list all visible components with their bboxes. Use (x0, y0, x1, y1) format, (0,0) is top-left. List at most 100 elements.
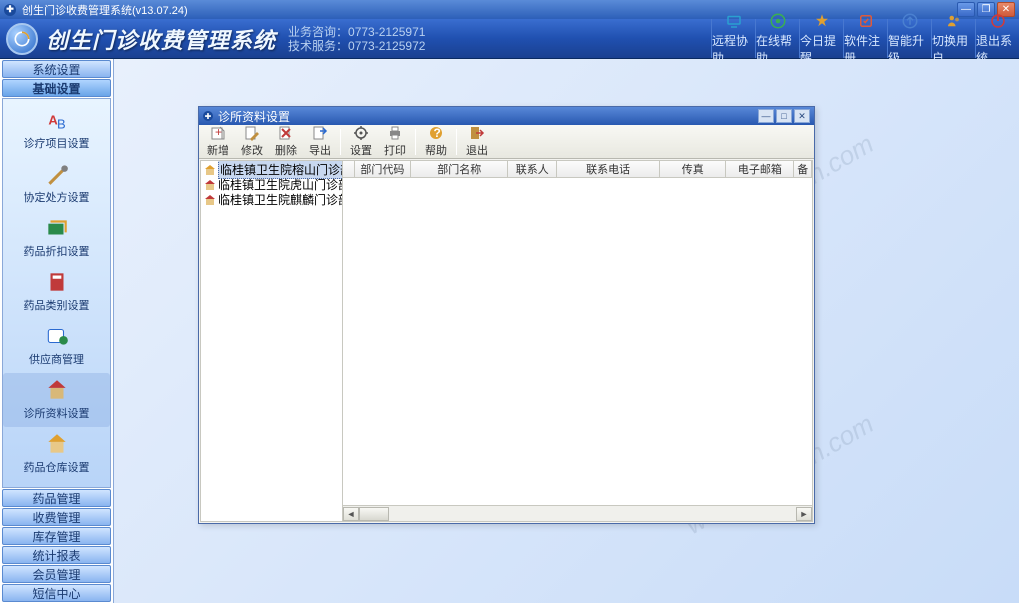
edit-icon (244, 125, 260, 141)
drug-discount-settings-icon (44, 215, 70, 241)
toolbar-button-label: 退出 (466, 142, 488, 158)
sidebar-items-panel: AB 诊疗项目设置协定处方设置药品折扣设置药品类别设置供应商管理诊所资料设置药品仓… (2, 98, 111, 488)
supplier-management-icon (44, 323, 70, 349)
sidebar-group-charge-management[interactable]: 收费管理 (2, 508, 111, 526)
inner-minimize-button[interactable]: — (758, 109, 774, 123)
exit-icon (469, 125, 485, 141)
grid-header: 部门代码部门名称联系人联系电话传真电子邮箱备 (343, 161, 812, 178)
sidebar-item-label: 协定处方设置 (24, 189, 90, 205)
toolbar-separator (456, 129, 457, 155)
sidebar-group-statistics-report[interactable]: 统计报表 (2, 546, 111, 564)
grid-header-fax[interactable]: 传真 (660, 161, 726, 177)
sidebar-item-label: 诊所资料设置 (24, 405, 90, 421)
sidebar-item-agreement-prescription-settings[interactable]: 协定处方设置 (3, 157, 110, 211)
inner-close-button[interactable]: ✕ (794, 109, 810, 123)
scroll-right-button[interactable]: ► (796, 507, 812, 521)
grid-hscrollbar[interactable]: ◄ ► (343, 505, 812, 521)
grid-header-dept-name[interactable]: 部门名称 (411, 161, 508, 177)
top-action-software-register[interactable]: 软件注册 (843, 19, 887, 58)
settings-icon (353, 125, 369, 141)
toolbar-button-label: 打印 (384, 142, 406, 158)
inner-maximize-button[interactable]: □ (776, 109, 792, 123)
sidebar-item-clinic-info-settings[interactable]: 诊所资料设置 (3, 373, 110, 427)
top-actions: 远程协助在线帮助今日提醒软件注册智能升级切换用户退出系统 (711, 19, 1019, 58)
toolbar-delete-button[interactable]: 删除 (269, 123, 303, 160)
grid-header-contact-phone[interactable]: 联系电话 (557, 161, 660, 177)
toolbar-button-label: 帮助 (425, 142, 447, 158)
scroll-left-button[interactable]: ◄ (343, 507, 359, 521)
app-icon: ✚ (4, 4, 16, 16)
help-icon: ? (428, 125, 444, 141)
sidebar-item-label: 药品仓库设置 (24, 459, 90, 475)
sidebar-item-drug-category-settings[interactable]: 药品类别设置 (3, 265, 110, 319)
add-icon: + (210, 125, 226, 141)
grid-header-email[interactable]: 电子邮箱 (726, 161, 794, 177)
sidebar-item-supplier-management[interactable]: 供应商管理 (3, 319, 110, 373)
sidebar-group-member-management[interactable]: 会员管理 (2, 565, 111, 583)
toolbar-add-button[interactable]: + 新增 (201, 123, 235, 160)
sidebar-group-sms-center[interactable]: 短信中心 (2, 584, 111, 602)
svg-text:+: + (215, 125, 222, 139)
grid-header-dept-code[interactable]: 部门代码 (355, 161, 411, 177)
sidebar-group-inventory-management[interactable]: 库存管理 (2, 527, 111, 545)
sidebar-item-drug-discount-settings[interactable]: 药品折扣设置 (3, 211, 110, 265)
inner-window-title: 诊所资料设置 (218, 108, 756, 125)
agreement-prescription-settings-icon (44, 161, 70, 187)
app-title: 创生门诊收费管理系统 (46, 23, 276, 55)
toolbar-separator (340, 129, 341, 155)
tree-node-label: 临桂镇卫生院麒麟门诊部 (218, 191, 343, 208)
toolbar-button-label: 修改 (241, 142, 263, 158)
drug-category-settings-icon (44, 269, 70, 295)
toolbar-button-label: 新增 (207, 142, 229, 158)
inner-toolbar: + 新增修改删除导出设置打印? 帮助 退出 (199, 125, 814, 159)
sidebar-group-system-settings[interactable]: 系统设置 (2, 60, 111, 78)
toolbar-edit-button[interactable]: 修改 (235, 123, 269, 160)
print-icon (387, 125, 403, 141)
sidebar-item-treatment-item-settings[interactable]: AB 诊疗项目设置 (3, 103, 110, 157)
scroll-track[interactable] (359, 507, 796, 521)
top-action-exit-system[interactable]: 退出系统 (975, 19, 1019, 58)
remote-assist-icon (725, 12, 743, 30)
sidebar-item-employee-info-management[interactable]: 员工资料管理 (3, 481, 110, 488)
toolbar-exit-button[interactable]: 退出 (460, 123, 494, 160)
delete-icon (278, 125, 294, 141)
svg-text:?: ? (434, 126, 441, 140)
top-action-smart-upgrade[interactable]: 智能升级 (887, 19, 931, 58)
house-icon (204, 179, 216, 191)
sidebar-group-basic-settings[interactable]: 基础设置 (2, 79, 111, 97)
house-icon (204, 164, 216, 176)
toolbar-button-label: 导出 (309, 142, 331, 158)
grid-header-contact-person[interactable]: 联系人 (508, 161, 557, 177)
top-action-switch-user[interactable]: 切换用户 (931, 19, 975, 58)
clinic-info-settings-icon (44, 377, 70, 403)
top-action-today-reminder[interactable]: 今日提醒 (799, 19, 843, 58)
treatment-item-settings-icon: AB (44, 107, 70, 133)
tree-node[interactable]: 临桂镇卫生院虎山门诊部 (202, 177, 341, 192)
house-icon (204, 194, 216, 206)
sidebar-item-label: 诊疗项目设置 (24, 135, 90, 151)
contact-line2: 技术服务：0773-2125972 (288, 39, 425, 53)
software-register-icon (857, 12, 875, 30)
svg-text:B: B (57, 117, 66, 132)
toolbar-help-button[interactable]: ? 帮助 (419, 123, 453, 160)
grid-header-remark[interactable]: 备 (794, 161, 812, 177)
contact-info: 业务咨询：0773-2125971 技术服务：0773-2125972 (288, 25, 425, 53)
top-action-remote-assist[interactable]: 远程协助 (711, 19, 755, 58)
toolbar-export-button[interactable]: 导出 (303, 123, 337, 160)
toolbar-settings-button[interactable]: 设置 (344, 123, 378, 160)
sidebar-item-drug-warehouse-settings[interactable]: 药品仓库设置 (3, 427, 110, 481)
scroll-thumb[interactable] (359, 507, 389, 521)
inner-window-icon: ✚ (203, 111, 213, 121)
sidebar-group-drug-management[interactable]: 药品管理 (2, 489, 111, 507)
workspace: www.YuuDnn.com www.YuuDnn.com www.YuuDnn… (114, 59, 1019, 603)
sidebar-item-label: 供应商管理 (29, 351, 84, 367)
tree-node[interactable]: 临桂镇卫生院麒麟门诊部 (202, 192, 341, 207)
grid-body (343, 178, 812, 505)
top-action-online-help[interactable]: 在线帮助 (755, 19, 799, 58)
logo-icon (6, 23, 38, 55)
toolbar-separator (415, 129, 416, 155)
online-help-icon (769, 12, 787, 30)
tree-node[interactable]: 临桂镇卫生院榕山门诊部 (202, 162, 341, 177)
toolbar-button-label: 删除 (275, 142, 297, 158)
toolbar-print-button[interactable]: 打印 (378, 123, 412, 160)
